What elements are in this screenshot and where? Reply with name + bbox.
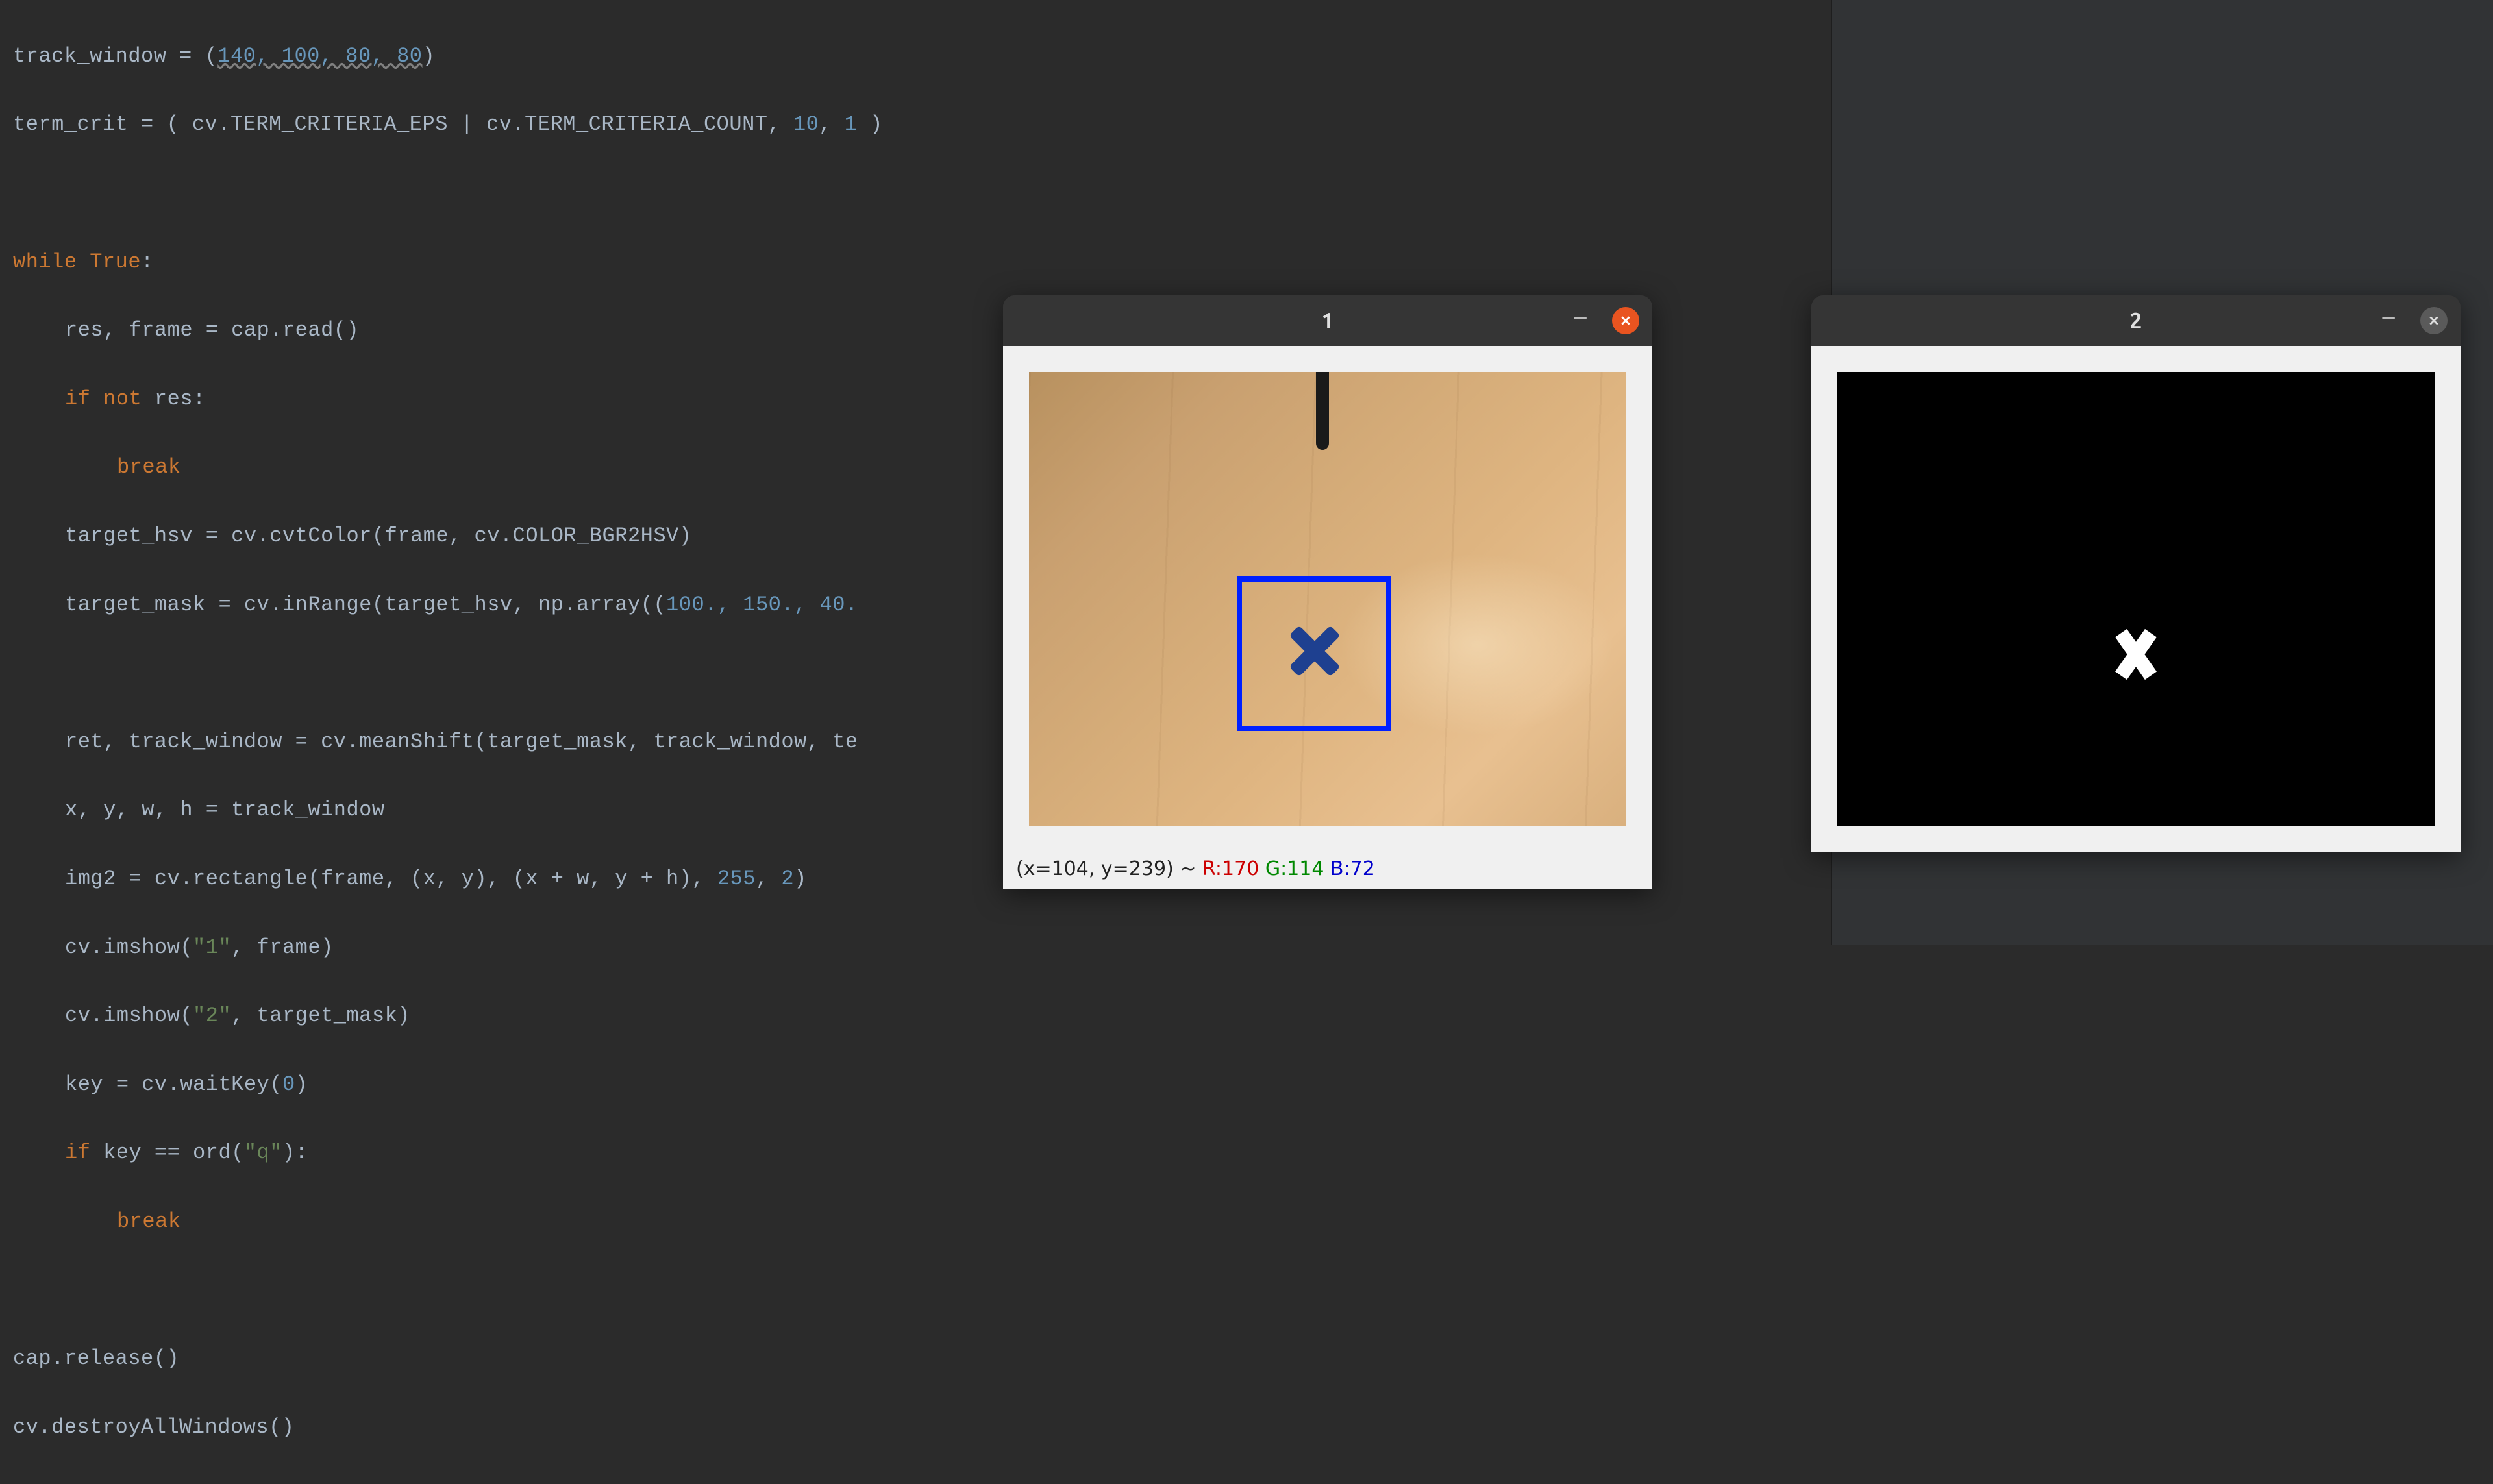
opencv-window-2[interactable]: 2 − — [1811, 295, 2461, 852]
code-line: key = cv.waitKey(0) — [13, 1068, 2480, 1102]
window-title: 1 — [1321, 308, 1333, 333]
code-line — [13, 1273, 2480, 1307]
titlebar[interactable]: 2 − — [1811, 295, 2461, 346]
window-content — [1003, 346, 1652, 852]
opencv-window-1[interactable]: 1 − (x=104, y=239) ~ R:170 G:114 B:72 — [1003, 295, 1652, 889]
white-x-mask — [2116, 628, 2155, 680]
window-controls: − — [2375, 307, 2448, 334]
video-frame — [1029, 372, 1626, 826]
close-button[interactable] — [2420, 307, 2448, 334]
tracking-rectangle — [1237, 576, 1391, 731]
code-line: if key == ord("q"): — [13, 1136, 2480, 1170]
mask-frame — [1837, 372, 2435, 826]
close-icon — [1620, 315, 1631, 327]
close-button[interactable] — [1612, 307, 1639, 334]
minimize-icon: − — [1572, 308, 1588, 334]
code-line: cap.release() — [13, 1342, 2480, 1376]
window-content — [1811, 346, 2461, 852]
minimize-button[interactable]: − — [2375, 307, 2402, 334]
code-line: cv.destroyAllWindows() — [13, 1411, 2480, 1445]
window-controls: − — [1567, 307, 1639, 334]
close-icon — [2428, 315, 2440, 327]
minimize-icon: − — [2381, 308, 2396, 334]
dark-object-top — [1316, 372, 1329, 450]
status-bar: (x=104, y=239) ~ R:170 G:114 B:72 — [1003, 852, 1652, 889]
pixel-b: B:72 — [1324, 858, 1374, 880]
titlebar[interactable]: 1 − — [1003, 295, 1652, 346]
code-line: cv.imshow("2", target_mask) — [13, 999, 2480, 1033]
cursor-coordinates: (x=104, y=239) ~ — [1016, 858, 1202, 880]
window-title: 2 — [2129, 308, 2142, 333]
pixel-r: R:170 — [1202, 858, 1259, 880]
pixel-g: G:114 — [1259, 858, 1324, 880]
code-line: break — [13, 1205, 2480, 1239]
minimize-button[interactable]: − — [1567, 307, 1594, 334]
